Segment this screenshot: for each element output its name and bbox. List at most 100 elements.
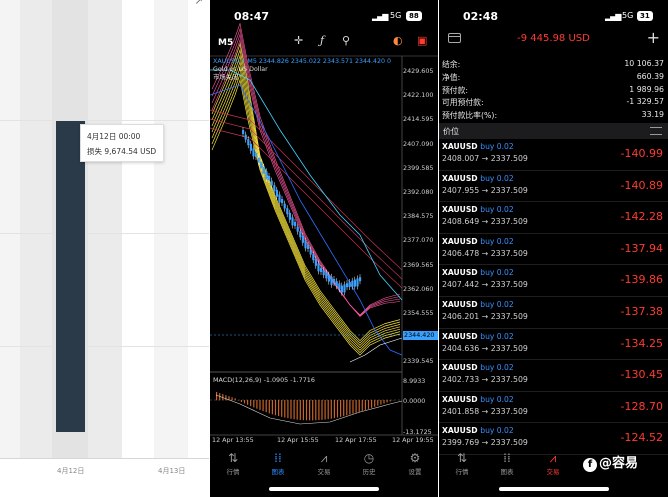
- position-row[interactable]: XAUUSD buy 0.02 2406.478 → 2337.509 -137.9…: [439, 234, 668, 266]
- position-side: buy 0.02: [480, 331, 514, 341]
- home-indicator: [269, 487, 379, 491]
- position-title: XAUUSD buy 0.02: [442, 363, 514, 372]
- macd-bar: [336, 400, 339, 418]
- nav-history[interactable]: ◷ 历史: [346, 450, 392, 476]
- ma-ribbon-yellow: [211, 48, 401, 344]
- candle: [273, 185, 276, 192]
- macd-bar: [386, 400, 388, 403]
- chart-column: [122, 0, 154, 458]
- position-row[interactable]: XAUUSD buy 0.02 2404.636 → 2337.509 -134.2…: [439, 329, 668, 361]
- macd-bar: [278, 400, 280, 417]
- position-profit: -128.70: [620, 399, 663, 413]
- position-row[interactable]: XAUUSD buy 0.02 2406.201 → 2337.509 -137.3…: [439, 297, 668, 329]
- macd-bar: [324, 400, 326, 420]
- macd-level: -13.1725: [403, 428, 432, 436]
- macd-bar: [358, 400, 360, 412]
- nav-settings[interactable]: ⚙ 设置: [392, 450, 438, 476]
- macd-bar: [355, 400, 357, 413]
- bar-tooltip: 4月12日 00:00 损失 9,674.54 USD: [80, 124, 164, 162]
- add-order-icon[interactable]: +: [647, 28, 660, 47]
- history-icon: ◷: [363, 451, 375, 465]
- position-row[interactable]: XAUUSD buy 0.02 2402.733 → 2337.509 -130.4…: [439, 360, 668, 392]
- summary-label: 净值:: [442, 72, 461, 82]
- position-symbol: XAUUSD: [442, 173, 478, 183]
- chart-icon: ⁞⁞: [274, 451, 282, 465]
- position-symbol: XAUUSD: [442, 205, 478, 215]
- current-price-tag: 2344.420: [403, 331, 438, 340]
- position-row[interactable]: XAUUSD buy 0.02 2407.442 → 2337.509 -139.8…: [439, 265, 668, 297]
- nav-quotes[interactable]: ⇅ 行情: [439, 450, 485, 476]
- macd-bar: [340, 400, 342, 417]
- macd-level: 8.9933: [403, 377, 426, 385]
- watermark: f @容易: [583, 452, 638, 472]
- macd-bar: [296, 400, 298, 420]
- candle: [301, 235, 304, 243]
- macd-bar: [333, 400, 335, 419]
- macd-bar: [231, 397, 233, 401]
- symbol-name: Gold vs US Dollar: [213, 66, 268, 73]
- ma-ribbon-yellow: [211, 54, 401, 346]
- macd-label: MACD(12,26,9) -1.0905 -1.7716: [213, 376, 315, 384]
- sort-icon[interactable]: [650, 127, 662, 135]
- floating-pl: -9 445.98 USD: [517, 33, 590, 44]
- candle: [291, 217, 294, 226]
- gridline: [0, 346, 209, 347]
- candle: [265, 171, 268, 180]
- ma-ribbon-red: [210, 118, 403, 280]
- macd-bar: [321, 400, 323, 420]
- position-row[interactable]: XAUUSD buy 0.02 2401.858 → 2337.509 -128.7…: [439, 392, 668, 424]
- tooltip-value: 9,674.54 USD: [104, 147, 157, 156]
- trading-chart-phone: 08:47 ▂▄▆ 5G 88 M5 ✛ ƒ ⚲ ◐ ▣ XAUUSD • M5…: [210, 0, 438, 497]
- macd-bar: [380, 400, 382, 405]
- position-side: buy 0.02: [480, 236, 514, 246]
- candle: [320, 268, 323, 272]
- candle: [325, 272, 328, 279]
- position-prices: 2404.636 → 2337.509: [442, 343, 528, 353]
- candle: [356, 278, 359, 287]
- trade-icon: ⩘: [320, 451, 328, 465]
- tooltip-label: 损失: [87, 147, 102, 156]
- position-row[interactable]: XAUUSD buy 0.02 2408.007 → 2337.509 -140.9…: [439, 139, 668, 171]
- position-row[interactable]: XAUUSD buy 0.02 2407.955 → 2337.509 -140.8…: [439, 171, 668, 203]
- loss-bar[interactable]: [56, 121, 85, 432]
- share-icon[interactable]: ↗: [195, 0, 203, 7]
- nav-quotes[interactable]: ⇅ 行情: [210, 450, 256, 476]
- ma-ribbon-red: [210, 127, 403, 289]
- price-level-label: 2369.565: [403, 260, 434, 269]
- nav-trade[interactable]: ⩘ 交易: [530, 450, 576, 476]
- position-side: buy 0.02: [480, 173, 514, 183]
- home-indicator: [498, 487, 609, 491]
- time-label: 12 Apr 15:55: [277, 436, 319, 444]
- time-label: 12 Apr 17:55: [335, 436, 377, 444]
- price-level-label: 2354.555: [403, 309, 434, 317]
- macd-bar: [305, 400, 308, 421]
- positions-section-header[interactable]: 价位: [439, 123, 668, 139]
- position-side: buy 0.02: [480, 142, 514, 151]
- position-profit: -124.52: [620, 431, 663, 445]
- macd-bar: [271, 400, 273, 415]
- chart-column: [88, 0, 122, 458]
- price-level-label: 2384.575: [403, 212, 434, 221]
- position-symbol: XAUUSD: [442, 300, 478, 309]
- battery-level: 31: [637, 11, 653, 21]
- nav-chart[interactable]: ⁞⁞ 图表: [484, 450, 530, 476]
- macd-bar: [290, 400, 292, 419]
- ma-line-blue: [210, 84, 403, 356]
- candle: [322, 270, 325, 276]
- nav-trade[interactable]: ⩘ 交易: [301, 450, 347, 476]
- candle: [330, 276, 333, 285]
- gridline: [0, 233, 209, 234]
- position-prices: 2407.955 → 2337.509: [442, 185, 528, 195]
- position-row[interactable]: XAUUSD buy 0.02 2408.649 → 2337.509 -142.2…: [439, 202, 668, 234]
- position-title: XAUUSD buy 0.02: [442, 174, 514, 183]
- candle: [268, 176, 271, 180]
- gridline: [0, 120, 209, 121]
- candle: [312, 254, 315, 261]
- nav-chart[interactable]: ⁞⁞ 图表: [255, 450, 301, 476]
- position-prices: 2399.769 → 2337.509: [442, 438, 528, 448]
- candle: [270, 180, 273, 186]
- summary-row: 净值: 660.39: [442, 72, 664, 84]
- position-prices: 2402.733 → 2337.509: [442, 375, 528, 385]
- signal-icon: ▂▄▆: [605, 12, 622, 21]
- macd-bar: [274, 400, 277, 416]
